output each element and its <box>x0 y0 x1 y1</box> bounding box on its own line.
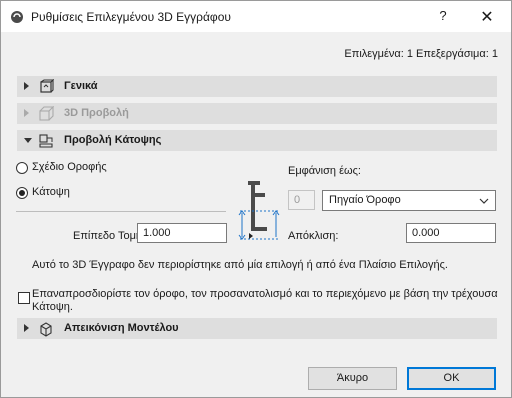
3d-view-icon <box>39 106 54 121</box>
offset-label: Απόκλιση: <box>288 230 339 242</box>
model-cube-icon <box>40 322 52 337</box>
app-icon <box>11 11 23 23</box>
radio-floor-plan[interactable] <box>16 187 28 199</box>
help-button[interactable]: ? <box>435 8 451 24</box>
section-3d-view: 3D Προβολή <box>17 103 497 124</box>
show-to-number-field: 0 <box>288 190 315 210</box>
section-floor-plan-view[interactable]: Προβολή Κάτοψης <box>17 130 497 151</box>
section-general[interactable]: Γενικά <box>17 76 497 97</box>
general-settings-icon <box>40 79 54 93</box>
expand-arrow-icon <box>24 324 29 332</box>
dialog-title: Ρυθμίσεις Επιλεγμένου 3D Εγγράφου <box>31 10 231 24</box>
expand-arrow-icon <box>24 109 29 117</box>
section-floor-plan-label: Προβολή Κάτοψης <box>64 134 162 146</box>
radio-floor-plan-label: Κάτοψη <box>32 186 70 198</box>
divider <box>16 211 226 212</box>
selection-info: Επιλεγμένα: 1 Επεξεργάσιμα: 1 <box>344 48 498 60</box>
title-bar: Ρυθμίσεις Επιλεγμένου 3D Εγγράφου ? ✕ <box>1 1 511 32</box>
section-model-display-label: Απεικόνιση Μοντέλου <box>64 322 179 334</box>
close-button[interactable]: ✕ <box>476 7 498 27</box>
settings-dialog: Ρυθμίσεις Επιλεγμένου 3D Εγγράφου ? ✕ Επ… <box>0 0 512 398</box>
section-general-label: Γενικά <box>64 80 98 92</box>
info-text: Αυτό το 3D Έγγραφο δεν περιορίστηκε από … <box>32 259 448 271</box>
ok-button[interactable]: ΟΚ <box>407 367 496 390</box>
show-to-dropdown-value: Πηγαίο Όροφο <box>329 194 401 206</box>
show-to-label: Εμφάνιση έως: <box>288 165 361 177</box>
restore-checkbox-label: Επαναπροσδιορίστε τον όροφο, τον προσανα… <box>32 288 498 313</box>
chevron-down-icon <box>479 198 489 204</box>
radio-ceiling-plan-label: Σχέδιο Οροφής <box>32 161 107 173</box>
floor-plan-icon <box>39 134 53 148</box>
restore-checkbox[interactable] <box>18 292 30 304</box>
show-to-dropdown[interactable]: Πηγαίο Όροφο <box>322 190 496 211</box>
radio-ceiling-plan[interactable] <box>16 162 28 174</box>
section-3d-view-label: 3D Προβολή <box>64 107 129 119</box>
cut-plane-input[interactable]: 1.000 <box>137 223 227 243</box>
offset-input[interactable]: 0.000 <box>406 223 496 243</box>
cancel-button[interactable]: Άκυρο <box>308 367 397 390</box>
expand-arrow-icon <box>24 82 29 90</box>
cut-plane-diagram-icon <box>238 181 280 240</box>
section-model-display[interactable]: Απεικόνιση Μοντέλου <box>17 318 497 339</box>
collapse-arrow-icon <box>24 138 32 143</box>
